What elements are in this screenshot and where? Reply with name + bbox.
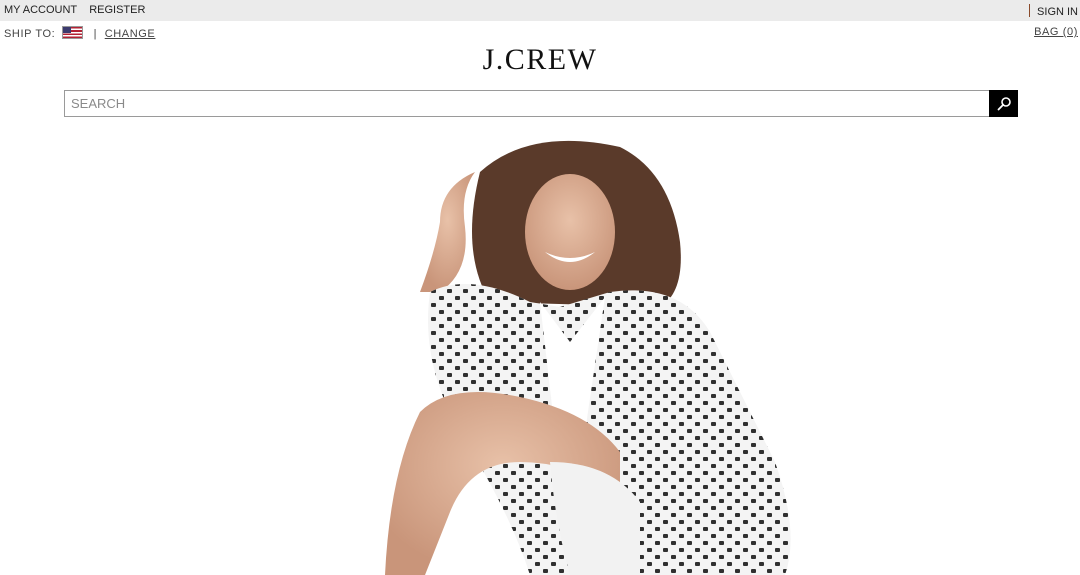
- change-country-link[interactable]: CHANGE: [105, 28, 156, 40]
- site-logo[interactable]: J.CREW: [0, 43, 1080, 77]
- ship-to: SHIP TO: | CHANGE: [4, 26, 155, 40]
- bag-link[interactable]: BAG (0): [1034, 26, 1078, 38]
- search-button[interactable]: [989, 90, 1018, 117]
- my-account-link[interactable]: MY ACCOUNT: [4, 4, 77, 16]
- sign-in-link[interactable]: SIGN IN: [1037, 6, 1078, 18]
- search-icon: [997, 96, 1011, 110]
- us-flag-icon: [61, 26, 83, 39]
- divider: [1028, 4, 1030, 17]
- account-links: MY ACCOUNT REGISTER: [4, 4, 154, 16]
- search-input[interactable]: [64, 90, 989, 117]
- ship-separator: |: [93, 28, 98, 40]
- model-photo: [385, 140, 791, 575]
- register-link[interactable]: REGISTER: [89, 4, 145, 16]
- hero-image[interactable]: [380, 132, 820, 575]
- utility-bar: MY ACCOUNT REGISTER SIGN IN: [0, 0, 1080, 21]
- ship-to-label: SHIP TO:: [4, 28, 56, 40]
- sign-in-area: SIGN IN: [1028, 4, 1078, 18]
- search-bar: [64, 90, 1018, 117]
